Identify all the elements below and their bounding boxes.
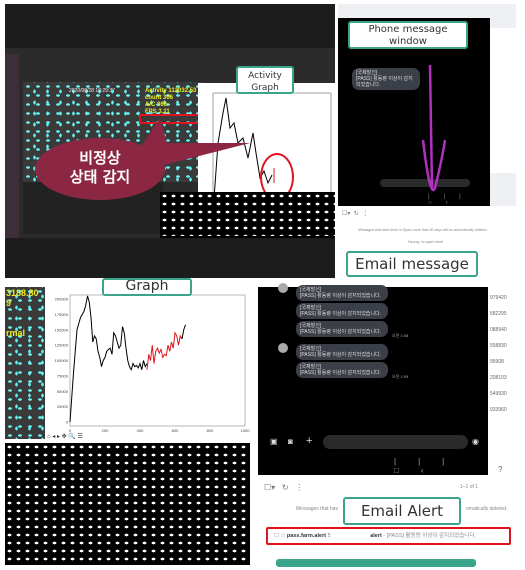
spam-notice-right: omatically deleted. [466, 506, 508, 512]
arrow-annotation [421, 64, 447, 192]
phone-window-bottom: [국제발신] [PASS] 활동량 이상이 감지되었습니다. [국제발신] [PAS… [258, 283, 488, 475]
message-bubble: [국제발신] [PASS] 활동량 이상이 감지되었습니다. [296, 303, 388, 319]
y-tick-label: 150000 [55, 327, 69, 332]
video-overlay: Activity 112032.53 count 306 A/C 366 FPS… [145, 88, 197, 115]
message-time: 오전 1:08 [392, 333, 409, 338]
plus-icon[interactable]: + [306, 435, 312, 447]
spam-notice: Messages that have been in Spam more tha… [358, 228, 488, 232]
x-tick-label: 200 [102, 428, 109, 433]
callout-pointer [140, 118, 250, 166]
email-message-label: Email message [346, 251, 478, 277]
segmentation-mask-bottom [5, 443, 250, 565]
pagination: 1–1 of 1 [460, 484, 479, 490]
camera-icon[interactable]: ◙ [288, 437, 293, 446]
y-tick-label: 200000 [55, 297, 69, 302]
side-number-column: 979420 582295 088940 558830 95908 208103… [488, 290, 516, 420]
plot-toolbar[interactable]: ⌂ ◂ ▸ ✥ 🔍 ☰ [47, 433, 83, 440]
video-overlay-bottom: 3188.80 9 rmal [6, 288, 39, 338]
video-timestamp: 2020/08/28 10:29:37 [69, 88, 115, 94]
segmentation-mask-lower [160, 192, 335, 236]
y-tick-label: 75000 [57, 373, 69, 378]
series-line [146, 331, 183, 370]
x-tick-label: 600 [172, 428, 179, 433]
email-toolbar[interactable]: ☐▾ ↻ ⋮ [342, 210, 368, 217]
y-tick-label: 0 [66, 420, 69, 425]
voice-icon[interactable]: ◉ [472, 437, 479, 446]
email-toolbar[interactable]: ☐▾ ↻ ⋮ [264, 483, 303, 492]
message-time: 오전 1:09 [392, 374, 409, 379]
email-row[interactable]: ☐ ☆ pass.farm.alert 5 alert - [PASS] 활동량… [266, 527, 511, 545]
series-line [181, 324, 186, 340]
launcher-bar [5, 54, 19, 238]
activity-graph-label: Activity Graph [236, 66, 294, 94]
message-input[interactable] [323, 435, 468, 449]
message-bubble: [국제발신] [PASS] 활동량 이상이 감지되었습니다. [352, 68, 420, 90]
y-tick-label: 25000 [57, 404, 69, 409]
activity-chart-window: 0 200 400 600 800 1000 0 25000 50000 75000 100000 1… [45, 287, 250, 441]
y-tick-label: 175000 [55, 312, 69, 317]
y-tick-label: 100000 [55, 358, 69, 363]
spam-empty: Hooray, no spam here! [408, 240, 444, 244]
email-alert-label: Email Alert [343, 497, 461, 525]
nav-buttons: |||○‹ [428, 194, 475, 206]
gallery-icon[interactable]: ▣ [270, 437, 278, 446]
activity-chart: 0 200 400 600 800 100002500050000750001000001… [55, 294, 250, 433]
green-bar [276, 559, 476, 567]
avatar [278, 283, 288, 293]
message-bubble: [국제발신] [PASS] 활동량 이상이 감지되었습니다. [296, 321, 388, 337]
message-bubble: [국제발신] [PASS] 활동량 이상이 감지되었습니다. [296, 362, 388, 378]
nav-buttons: |||□‹ [394, 457, 467, 475]
plot-frame [69, 294, 246, 427]
phone-label: Phone message window [348, 21, 468, 49]
message-bubble: [국제발신] [PASS] 활동량 이상이 감지되었습니다. [296, 344, 388, 360]
x-tick-label: 400 [137, 428, 144, 433]
x-tick-label: 1000 [241, 428, 250, 433]
side-table [488, 28, 516, 173]
spam-notice-left: Messages that hav [296, 506, 338, 512]
avatar [278, 343, 288, 353]
message-bubble: [국제발신] [PASS] 활동량 이상이 감지되었습니다. [296, 285, 388, 301]
y-tick-label: 125000 [55, 343, 69, 348]
y-tick-label: 50000 [57, 389, 69, 394]
help-icon[interactable]: ? [498, 465, 502, 474]
graph-label: Graph [102, 278, 192, 296]
x-tick-label: 800 [207, 428, 214, 433]
series-line [69, 295, 148, 423]
